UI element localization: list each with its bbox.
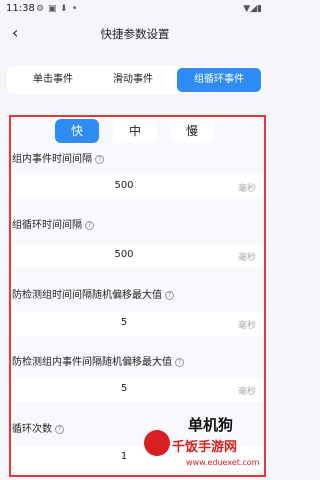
input-value[interactable]: 5 — [14, 317, 234, 328]
field-label-text: 循环次数 — [12, 424, 52, 435]
download-icon: ⬇ — [60, 4, 68, 14]
help-icon[interactable]: ? — [165, 291, 174, 300]
sim-icon: ▣ — [48, 4, 57, 14]
settings-icon: ⚙ — [36, 4, 45, 14]
field-label-group-interval-offset: 防检测组时间间隔随机偏移最大值? — [12, 286, 174, 301]
input-unit: 毫秒 — [237, 387, 256, 397]
help-icon[interactable]: ? — [55, 425, 64, 434]
watermark-line2: 千饭手游网 — [172, 440, 238, 455]
group-loop-interval-input[interactable]: 500 毫秒 — [14, 244, 264, 268]
input-value[interactable]: 500 — [14, 180, 234, 191]
input-value[interactable]: 5 — [14, 383, 234, 394]
input-unit: 毫秒 — [237, 184, 256, 194]
watermark-logo-icon — [144, 430, 170, 456]
tab-group-loop-event[interactable]: 组循环事件 — [177, 68, 261, 92]
event-interval-offset-input[interactable]: 5 毫秒 — [14, 378, 264, 402]
field-label-text: 组循环时间间隔 — [12, 220, 82, 231]
watermark: 单机狗 千饭手游网 www.eduexet.com — [140, 410, 268, 480]
speed-fast-button[interactable]: 快 — [55, 119, 99, 143]
field-label-event-interval-offset: 防检测组内事件间隔随机偏移最大值? — [12, 353, 184, 368]
battery-icon: ▼◢▮ — [243, 4, 262, 14]
field-label-group-loop-interval: 组循环时间间隔? — [12, 216, 94, 231]
help-icon[interactable]: ? — [95, 155, 104, 164]
speed-medium-button[interactable]: 中 — [113, 119, 157, 143]
group-interval-offset-input[interactable]: 5 毫秒 — [14, 312, 264, 336]
help-icon[interactable]: ? — [175, 358, 184, 367]
header: ‹ 快捷参数设置 — [0, 18, 270, 50]
group-event-interval-input[interactable]: 500 毫秒 — [14, 175, 264, 199]
page-title: 快捷参数设置 — [100, 27, 170, 41]
speed-slow-button[interactable]: 慢 — [170, 119, 214, 143]
field-label-loop-count: 循环次数? — [12, 420, 64, 435]
dot-icon: • — [72, 4, 78, 14]
input-unit: 毫秒 — [237, 253, 256, 263]
status-time: 11:38 — [6, 3, 35, 14]
tab-swipe-event[interactable]: 滑动事件 — [93, 68, 173, 92]
status-bar: 11:38 ⚙ ▣ ⬇ • ▼◢▮ — [0, 0, 270, 18]
watermark-line3: www.eduexet.com — [186, 458, 260, 467]
help-icon[interactable]: ? — [85, 221, 94, 230]
tab-click-event[interactable]: 单击事件 — [13, 68, 93, 92]
event-tabs: 单击事件 滑动事件 组循环事件 — [7, 66, 263, 94]
field-label-group-event-interval: 组内事件时间间隔? — [12, 150, 104, 165]
field-label-text: 组内事件时间间隔 — [12, 154, 92, 165]
field-label-text: 防检测组内事件间隔随机偏移最大值 — [12, 357, 172, 368]
input-unit: 毫秒 — [237, 321, 256, 331]
input-value[interactable]: 500 — [14, 249, 234, 260]
watermark-line1: 单机狗 — [188, 416, 234, 434]
field-label-text: 防检测组时间间隔随机偏移最大值 — [12, 290, 162, 301]
